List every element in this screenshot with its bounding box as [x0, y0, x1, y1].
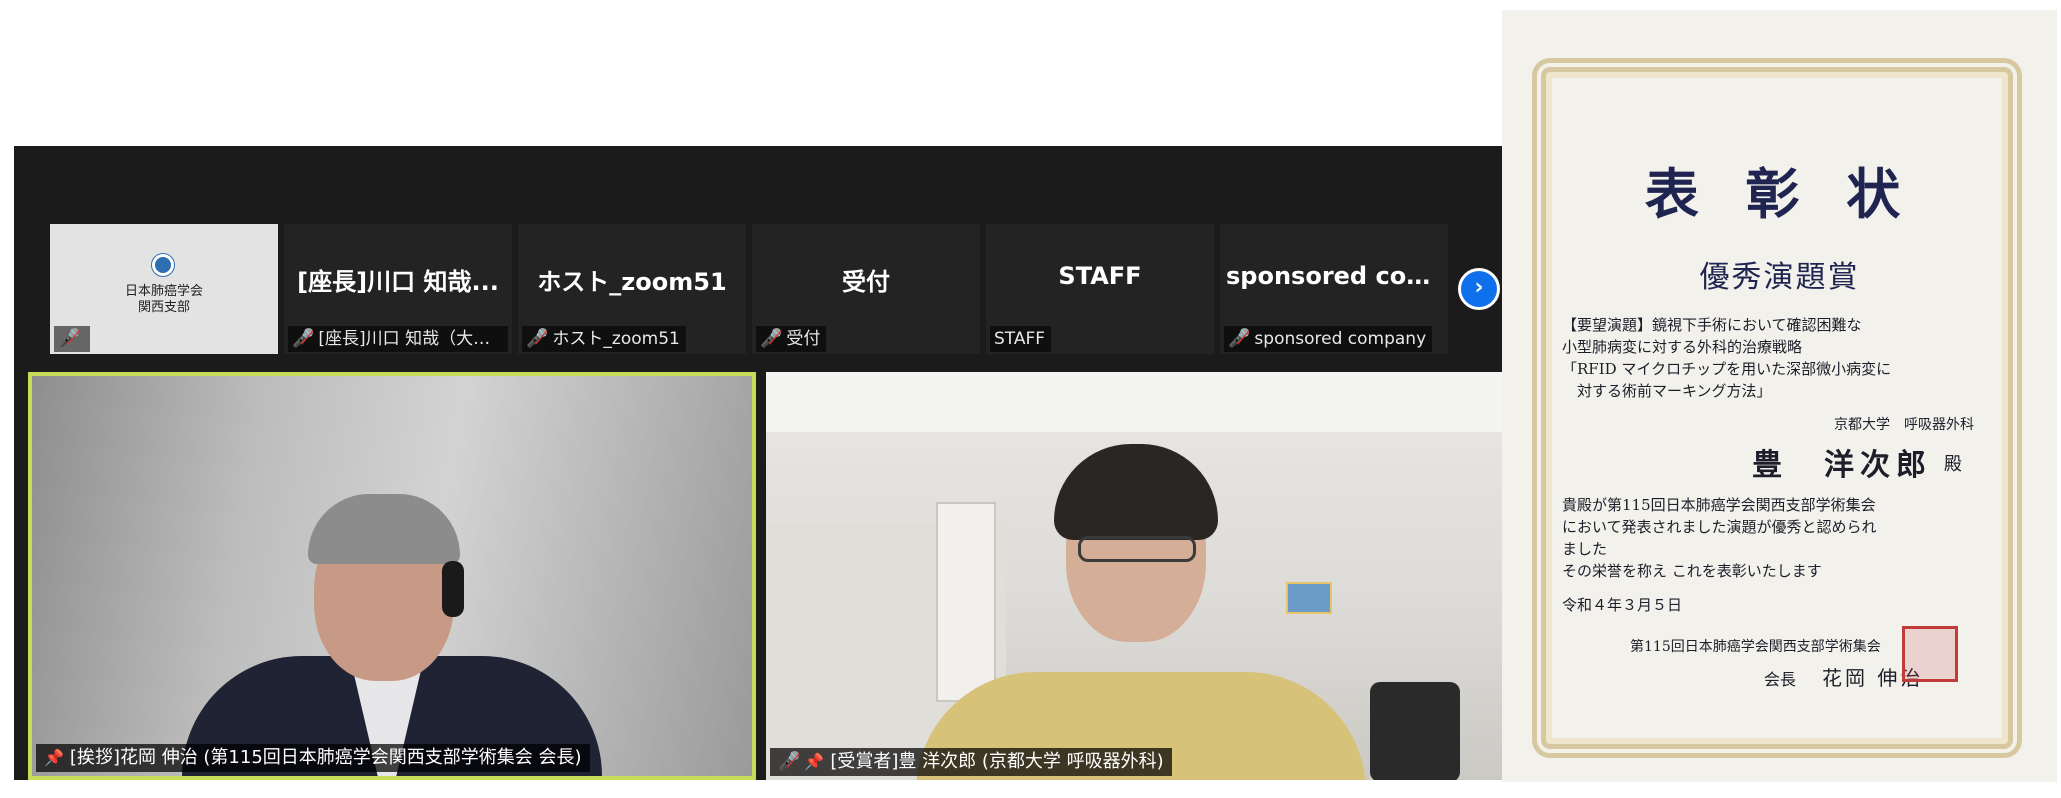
participant-label-text: [座長]川口 知哉（大阪... [318, 329, 507, 349]
participant-label: 🎤̸ sponsored company [1224, 326, 1433, 352]
participant-tile-logo[interactable]: 日本肺癌学会 関西支部 🎤̸ [50, 224, 278, 354]
logo-text-line-1: 日本肺癌学会 [124, 284, 203, 299]
participant-tile-sponsored[interactable]: sponsored com... 🎤̸ sponsored company [1220, 224, 1448, 354]
official-seal-icon [1902, 626, 1958, 682]
background-door [936, 502, 996, 702]
recipient-affiliation: 京都大学 呼吸器外科 [1834, 417, 1974, 433]
participant-tile-chair[interactable]: [座長]川口 知哉... 🎤̸ [座長]川口 知哉（大阪... [284, 224, 512, 354]
recipient-hair [1054, 444, 1218, 540]
citation-line: 貴殿が第115回日本肺癌学会関西支部学術集会 [1562, 496, 1876, 514]
participant-label: 🎤̸ [座長]川口 知哉（大阪... [288, 326, 508, 352]
recipient-name: 豊 洋次郎 [1752, 448, 1932, 483]
participant-tile-reception[interactable]: 受付 🎤̸ 受付 [752, 224, 980, 354]
wall-picture [1286, 582, 1332, 614]
speaker-hair [308, 494, 460, 564]
society-logo-icon [152, 254, 174, 276]
muted-mic-icon: 🎤̸ [778, 751, 801, 772]
body-line: 対する術前マーキング方法」 [1562, 382, 1772, 400]
award-name: 優秀演題賞 [1699, 260, 1860, 295]
issue-date: 令和４年３月５日 [1562, 596, 1683, 614]
honorific: 殿 [1944, 454, 1962, 475]
participant-tile-host[interactable]: ホスト_zoom51 🎤̸ ホスト_zoom51 [518, 224, 746, 354]
participant-big-name: ホスト_zoom51 [537, 268, 727, 296]
issuer-organization: 第115回日本肺癌学会関西支部学術集会 [1630, 639, 1881, 655]
chevron-right-icon: › [1474, 275, 1484, 300]
participant-label-text: STAFF [994, 329, 1046, 349]
certificate-title: 表 彰 状 [1644, 162, 1915, 226]
video-name-label: 📌 [挨拶]花岡 伸治 (第115回日本肺癌学会関西支部学術集会 会長) [36, 744, 590, 772]
body-line: 「RFID マイクロチップを用いた深部微小病変に [1562, 360, 1892, 378]
participant-big-name: 受付 [842, 268, 890, 296]
headset-icon [442, 561, 464, 617]
glasses-icon [1078, 536, 1196, 562]
participant-label-text: sponsored company [1254, 329, 1427, 349]
citation-line: ました [1562, 540, 1608, 558]
citation-line: において発表されました演題が優秀と認められ [1562, 518, 1877, 536]
muted-mic-icon: 🎤̸ [1228, 328, 1251, 349]
participant-label: 🎤̸ 受付 [756, 326, 827, 352]
video-name-text: [受賞者]豊 洋次郎 (京都大学 呼吸器外科) [830, 751, 1164, 772]
citation-line: その栄誉を称え これを表彰いたします [1562, 562, 1822, 580]
video-name-label: 🎤̸ 📌 [受賞者]豊 洋次郎 (京都大学 呼吸器外科) [770, 748, 1172, 776]
award-certificate: 表 彰 状 優秀演題賞 【要望演題】鏡視下手術において確認困難な 小型肺病変に対… [1502, 10, 2057, 782]
muted-mic-icon: 🎤̸ [526, 328, 549, 349]
participant-label: 🎤̸ ホスト_zoom51 [522, 326, 686, 352]
pin-icon: 📌 [44, 748, 64, 767]
participant-tile-staff[interactable]: STAFF STAFF [986, 224, 1214, 354]
participant-label-text: ホスト_zoom51 [552, 329, 680, 349]
zoom-meeting-window: 日本肺癌学会 関西支部 🎤̸ [座長]川口 知哉... 🎤̸ [座長]川口 知哉（… [14, 146, 1502, 780]
logo-text-line-2: 関西支部 [137, 300, 190, 315]
muted-mic-icon: 🎤̸ [58, 328, 81, 349]
video-name-text: [挨拶]花岡 伸治 (第115回日本肺癌学会関西支部学術集会 会長) [69, 747, 582, 768]
logo-text: 日本肺癌学会 関西支部 [50, 284, 278, 316]
participant-big-name: sponsored com... [1226, 262, 1448, 290]
body-line: 【要望演題】鏡視下手術において確認困難な [1562, 316, 1862, 334]
muted-mic-icon: 🎤̸ [292, 328, 315, 349]
ceiling [766, 372, 1502, 432]
background-chair [1370, 682, 1460, 780]
video-tile-recipient[interactable]: 🎤̸ 📌 [受賞者]豊 洋次郎 (京都大学 呼吸器外科) [766, 372, 1502, 780]
participant-label-text: 受付 [786, 329, 821, 349]
pin-icon: 📌 [804, 752, 825, 771]
next-page-button[interactable]: › [1458, 268, 1500, 310]
body-line: 小型肺病変に対する外科的治療戦略 [1562, 338, 1803, 356]
video-tile-speaker[interactable]: 📌 [挨拶]花岡 伸治 (第115回日本肺癌学会関西支部学術集会 会長) [28, 372, 756, 780]
muted-mic-icon: 🎤̸ [760, 328, 783, 349]
participant-big-name: STAFF [1058, 262, 1142, 290]
issuer-title: 会長 [1764, 670, 1797, 689]
participant-label: 🎤̸ [54, 326, 91, 352]
participant-big-name: [座長]川口 知哉... [297, 268, 499, 296]
participant-label: STAFF [990, 326, 1052, 352]
